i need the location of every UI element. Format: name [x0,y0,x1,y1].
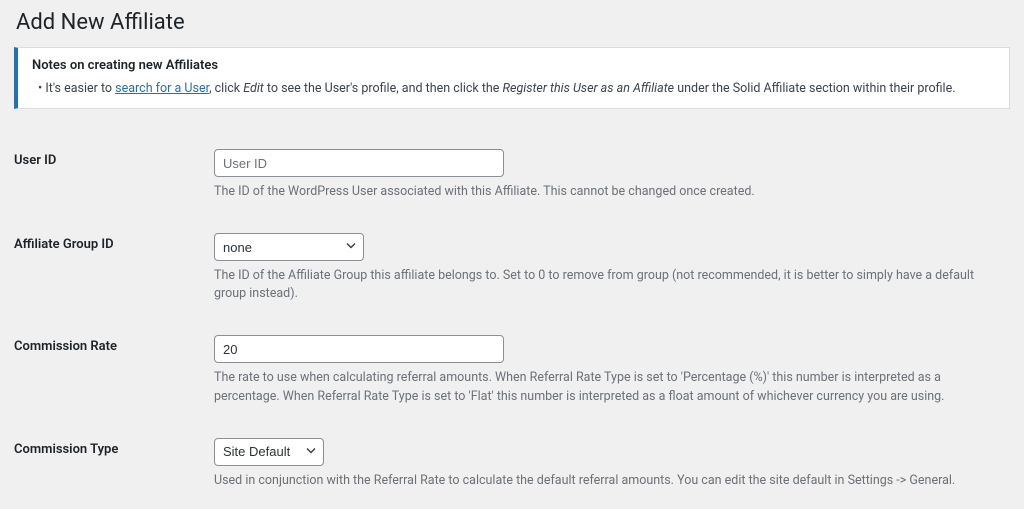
notice-text: , click [209,81,243,96]
notice-text: It's easier to [45,81,115,96]
notice-em: Edit [243,81,264,96]
notice-panel: Notes on creating new Affiliates It's ea… [14,47,1010,109]
notice-text: to see the User's profile, and then clic… [264,81,503,96]
commission-rate-input[interactable] [214,335,504,363]
notice-heading: Notes on creating new Affiliates [32,58,995,73]
affiliate-group-label: Affiliate Group ID [14,229,214,331]
notice-text: under the Solid Affiliate section within… [674,81,955,96]
user-id-input[interactable] [214,149,504,177]
commission-rate-desc: The rate to use when calculating referra… [214,369,994,405]
commission-type-select[interactable]: Site Default [214,438,324,466]
form-table: User ID The ID of the WordPress User ass… [14,145,1010,509]
user-id-label: User ID [14,145,214,229]
page-title: Add New Affiliate [16,10,1010,35]
notice-list: It's easier to search for a User, click … [32,81,995,96]
affiliate-group-desc: The ID of the Affiliate Group this affil… [214,267,994,303]
affiliate-group-select[interactable]: none [214,233,364,261]
commission-type-label: Commission Type [14,434,214,509]
notice-item: It's easier to search for a User, click … [38,81,995,96]
notice-em: Register this User as an Affiliate [503,81,675,96]
commission-type-desc: Used in conjunction with the Referral Ra… [214,472,994,490]
user-id-desc: The ID of the WordPress User associated … [214,183,994,201]
commission-rate-label: Commission Rate [14,331,214,433]
search-user-link[interactable]: search for a User [115,81,209,96]
